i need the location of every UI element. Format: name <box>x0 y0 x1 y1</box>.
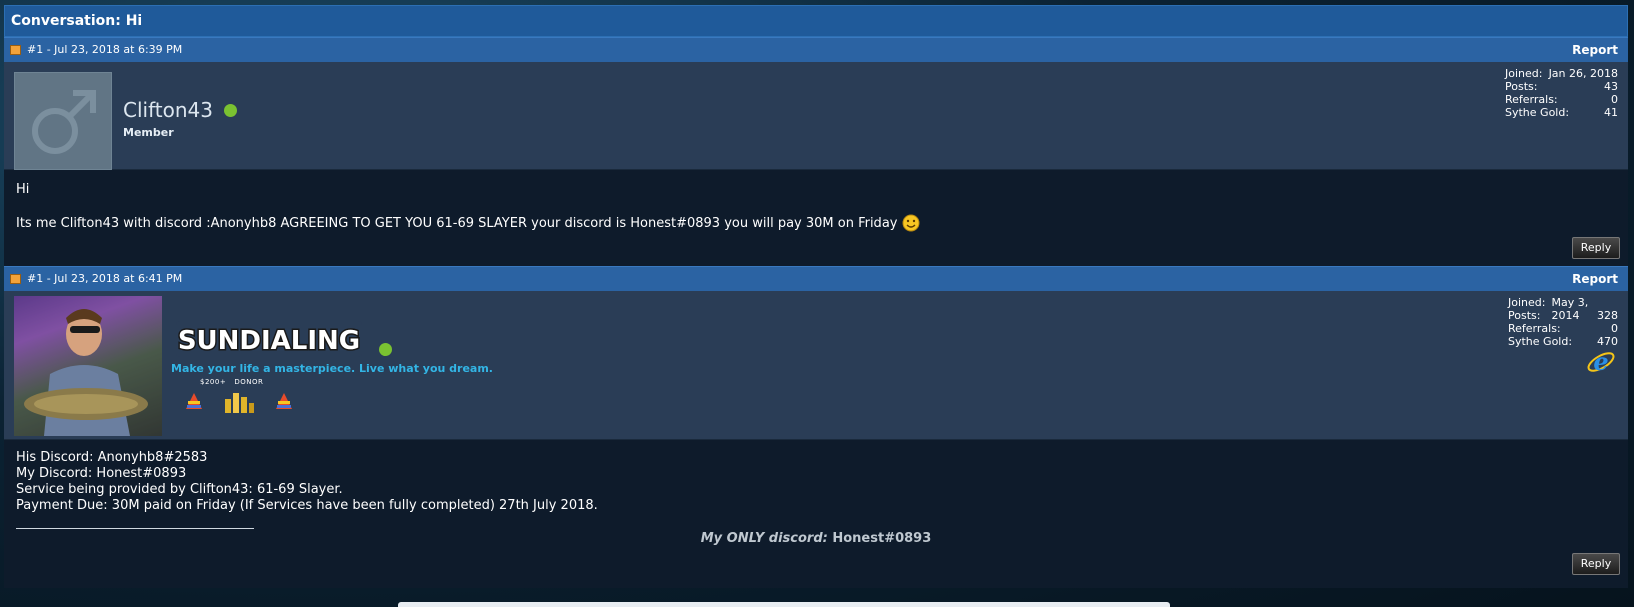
report-link[interactable]: Report <box>1572 267 1618 291</box>
conversation-title: Conversation: Hi <box>4 5 1628 37</box>
post-header: #1 - Jul 23, 2018 at 6:41 PM Report <box>4 266 1628 291</box>
username-banner[interactable]: SUNDIALING <box>174 317 364 365</box>
stat-joined: Joined: May 3, 2014 <box>1508 296 1589 322</box>
donor-badge-label: $200+ DONOR <box>200 378 264 386</box>
avatar[interactable] <box>14 296 162 436</box>
signature: My ONLY discord: Honest#0893 <box>4 531 1628 546</box>
avatar[interactable] <box>14 72 112 170</box>
conversation-container: Conversation: Hi #1 - Jul 23, 2018 at 6:… <box>4 5 1628 588</box>
avatar-photo <box>14 296 162 436</box>
internet-explorer-icon: e <box>1587 347 1615 376</box>
username[interactable]: Clifton43 <box>123 98 213 122</box>
post-text-line: His Discord: Anonyhb8#2583 <box>16 450 208 465</box>
signature-prefix: My ONLY discord: <box>700 531 828 546</box>
post-body: Hi Its me Clifton43 with discord :Anonyh… <box>4 170 1628 266</box>
reply-button[interactable]: Reply <box>1572 237 1620 259</box>
user-tagline: Make your life a masterpiece. Live what … <box>171 362 493 375</box>
user-info-bar: Clifton43 Member Joined: Jan 26, 2018 Pos… <box>4 62 1628 170</box>
online-status-icon <box>379 343 392 356</box>
reply-button[interactable]: Reply <box>1572 553 1620 575</box>
party-hat-icon <box>186 393 202 409</box>
post-permalink[interactable]: #1 - Jul 23, 2018 at 6:41 PM <box>27 267 182 291</box>
sundialing-banner-logo: SUNDIALING <box>176 321 362 358</box>
post-icon <box>10 274 21 284</box>
bottom-edge-bar <box>398 602 1170 607</box>
banner-text: SUNDIALING <box>178 326 360 356</box>
report-link[interactable]: Report <box>1572 38 1618 62</box>
post-text-line: Hi <box>16 182 30 197</box>
stat-sythe-gold: Sythe Gold: 41 <box>1505 106 1618 119</box>
signature-value: Honest#0893 <box>832 531 932 546</box>
user-stats: Joined: Jan 26, 2018 Posts: 43 Referrals: 0… <box>1505 67 1618 119</box>
svg-text:e: e <box>1593 347 1608 376</box>
signature-divider <box>16 528 254 529</box>
post-body: His Discord: Anonyhb8#2583 My Discord: H… <box>4 440 1628 588</box>
stat-joined: Joined: Jan 26, 2018 <box>1505 67 1618 80</box>
post-header: #1 - Jul 23, 2018 at 6:39 PM Report <box>4 37 1628 62</box>
stat-referrals: Referrals: 0 <box>1505 93 1618 106</box>
post-text-line: Service being provided by Clifton43: 61-… <box>16 482 343 497</box>
smiley-icon <box>902 214 920 232</box>
stat-referrals: Referrals: 0 <box>1508 322 1618 335</box>
gold-coins-icon <box>225 393 254 413</box>
post-text-line: Its me Clifton43 with discord :Anonyhb8 … <box>16 214 920 232</box>
user-stats: Joined: May 3, 2014 Posts: 328 Referrals: 0… <box>1508 296 1618 348</box>
party-hat-icon <box>276 393 292 409</box>
male-symbol-icon <box>32 90 96 154</box>
online-status-icon <box>224 104 237 117</box>
user-info-bar: SUNDIALING Make your life a masterpiece.… <box>4 291 1628 440</box>
post-text-line: Payment Due: 30M paid on Friday (If Serv… <box>16 498 598 513</box>
post-text: Its me Clifton43 with discord :Anonyhb8 … <box>16 215 898 231</box>
stat-posts: Posts: 43 <box>1505 80 1618 93</box>
post-text-block: His Discord: Anonyhb8#2583 My Discord: H… <box>16 450 598 514</box>
user-badges <box>184 389 294 415</box>
post-text-line: My Discord: Honest#0893 <box>16 466 187 481</box>
user-title: Member <box>123 126 174 139</box>
post-permalink[interactable]: #1 - Jul 23, 2018 at 6:39 PM <box>27 38 182 62</box>
post-icon <box>10 45 21 55</box>
